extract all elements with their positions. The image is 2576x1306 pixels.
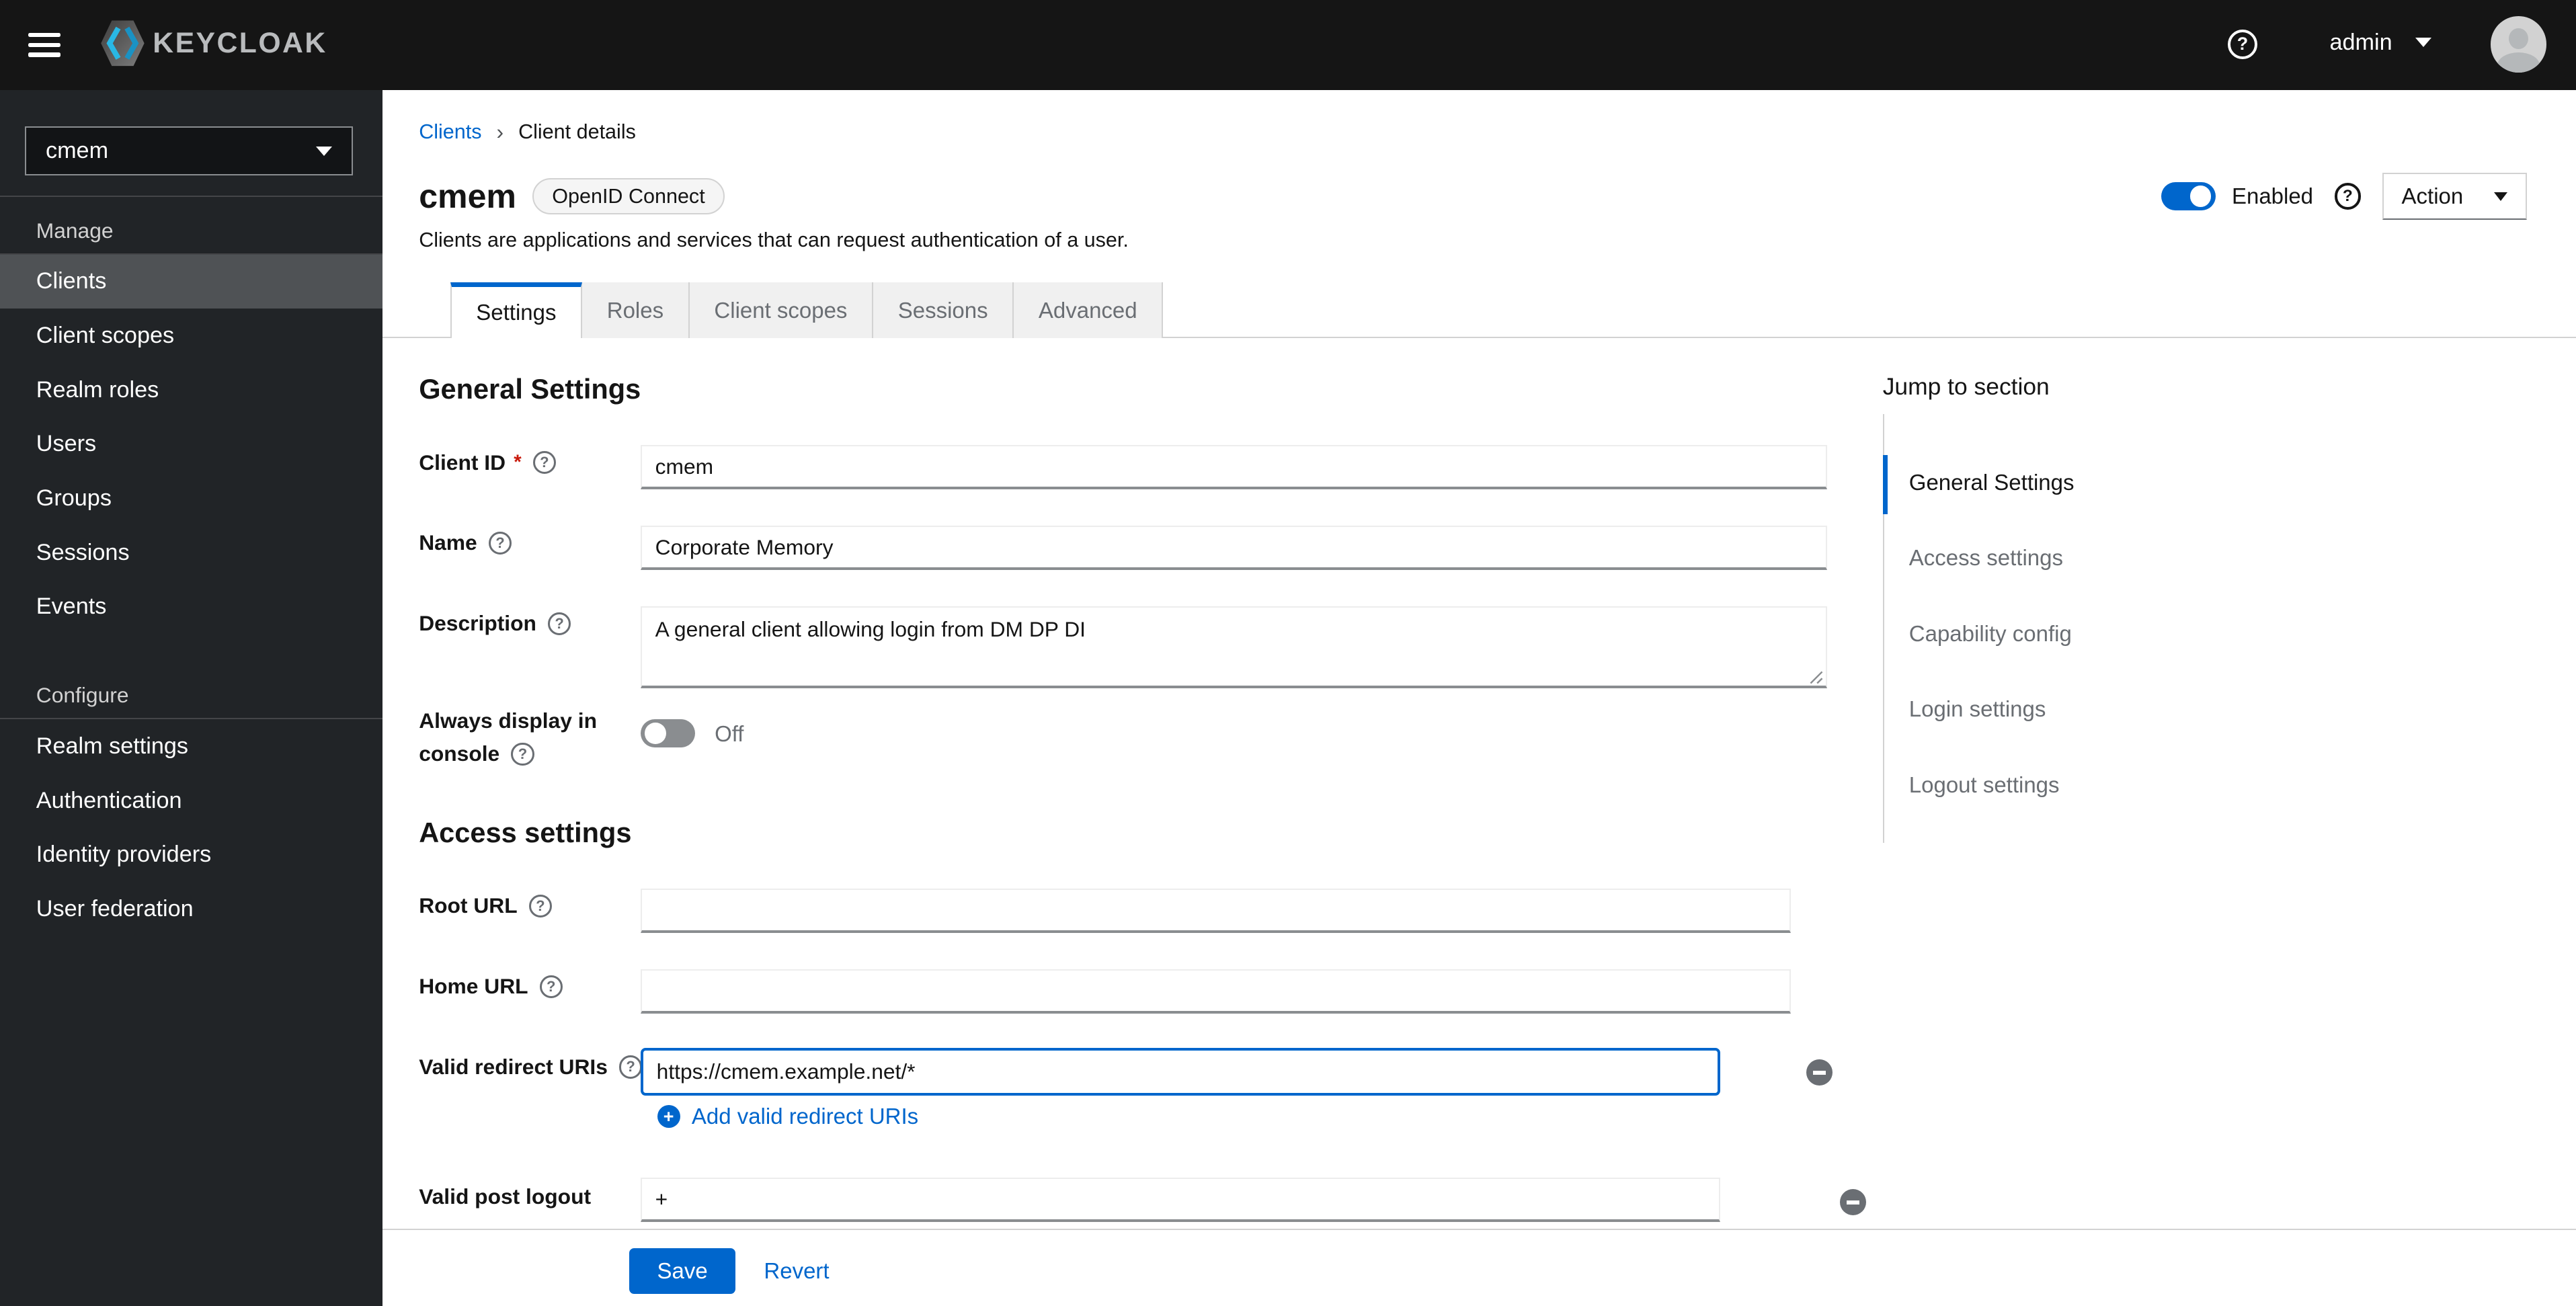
breadcrumb: Clients › Client details	[419, 120, 636, 145]
valid-redirect-uris-help-icon[interactable]: ?	[619, 1055, 643, 1079]
jump-nav-active-indicator	[1882, 454, 1888, 514]
tab-client-scopes[interactable]: Client scopes	[689, 282, 874, 339]
page-subtitle: Clients are applications and services th…	[419, 228, 1129, 251]
realm-selector-area: cmem	[0, 90, 383, 198]
jump-item-general-settings[interactable]: General Settings	[1909, 470, 2075, 495]
client-id-input[interactable]	[641, 445, 1827, 490]
sidebar-item-authentication[interactable]: Authentication	[0, 774, 383, 828]
home-url-help-icon[interactable]: ?	[539, 975, 563, 998]
remove-redirect-uri-minus-icon[interactable]	[1806, 1059, 1833, 1086]
sidebar-item-events[interactable]: Events	[0, 580, 383, 635]
sidebar-item-realm-roles[interactable]: Realm roles	[0, 363, 383, 417]
enabled-label: Enabled	[2231, 183, 2314, 209]
realm-name: cmem	[45, 138, 109, 164]
always-display-help-icon[interactable]: ?	[511, 742, 534, 766]
sidebar-item-sessions[interactable]: Sessions	[0, 526, 383, 580]
jump-item-logout-settings[interactable]: Logout settings	[1909, 772, 2060, 798]
tab-settings[interactable]: Settings	[450, 282, 583, 339]
chevron-down-icon	[2493, 192, 2507, 202]
sidebar: cmem Manage Clients Client scopes Realm …	[0, 90, 383, 1306]
valid-redirect-uri-input[interactable]	[641, 1048, 1720, 1096]
always-display-label: Always display in console ?	[419, 708, 597, 766]
username: admin	[2329, 29, 2392, 55]
home-url-label: Home URL ?	[419, 974, 563, 999]
save-button[interactable]: Save	[629, 1248, 736, 1295]
valid-redirect-uris-label: Valid redirect URIs ?	[419, 1055, 643, 1079]
description-textarea[interactable]: A general client allowing login from DM …	[641, 606, 1827, 688]
description-help-icon[interactable]: ?	[548, 612, 571, 635]
sidebar-item-users[interactable]: Users	[0, 417, 383, 472]
name-input[interactable]	[641, 526, 1827, 571]
nav-group-title: Configure	[36, 683, 129, 708]
breadcrumb-clients-link[interactable]: Clients	[419, 120, 481, 144]
action-dropdown[interactable]: Action	[2382, 172, 2527, 220]
jump-item-access-settings[interactable]: Access settings	[1909, 545, 2063, 571]
sidebar-item-user-federation[interactable]: User federation	[0, 882, 383, 936]
valid-post-logout-label: Valid post logout	[419, 1184, 592, 1209]
resize-grip-icon[interactable]	[1809, 670, 1824, 685]
brand-wordmark: KEYCLOAK	[153, 27, 327, 60]
sidebar-item-identity-providers[interactable]: Identity providers	[0, 827, 383, 882]
description-label: Description ?	[419, 611, 571, 636]
nav-group-title: Manage	[36, 218, 114, 243]
required-asterisk: *	[514, 451, 522, 474]
chevron-down-icon	[316, 146, 333, 156]
enabled-help-icon[interactable]: ?	[2334, 183, 2361, 210]
post-logout-uri-input[interactable]	[641, 1178, 1720, 1223]
nav-group-configure: Configure Realm settings Authentication …	[0, 683, 383, 936]
tab-sessions[interactable]: Sessions	[873, 282, 1014, 339]
user-menu[interactable]: admin	[2329, 30, 2431, 56]
client-id-label: Client ID * ?	[419, 450, 556, 475]
keycloak-logo[interactable]: KEYCLOAK	[99, 16, 327, 71]
general-settings-heading: General Settings	[419, 372, 641, 405]
page-title-row: cmem OpenID Connect Enabled ? Action	[419, 169, 2527, 224]
keycloak-admin-console: KEYCLOAK ? admin cmem Manage Clients Cli…	[0, 0, 2576, 1306]
page-title: cmem	[419, 177, 516, 216]
always-display-toggle[interactable]	[641, 719, 695, 747]
name-help-icon[interactable]: ?	[488, 531, 512, 555]
help-icon[interactable]: ?	[2227, 29, 2257, 59]
keycloak-hexagon-icon	[100, 20, 145, 67]
sidebar-item-client-scopes[interactable]: Client scopes	[0, 309, 383, 363]
client-id-help-icon[interactable]: ?	[532, 451, 556, 475]
root-url-label: Root URL ?	[419, 893, 552, 918]
realm-selector[interactable]: cmem	[24, 126, 354, 176]
nav-toggle-hamburger-icon[interactable]	[28, 32, 61, 58]
chevron-down-icon	[2415, 38, 2431, 47]
masthead: KEYCLOAK ? admin	[0, 0, 2576, 91]
jump-item-capability-config[interactable]: Capability config	[1909, 621, 2072, 647]
jump-to-section-heading: Jump to section	[1882, 372, 2050, 400]
name-label: Name ?	[419, 530, 512, 555]
sidebar-item-clients[interactable]: Clients	[0, 254, 383, 309]
avatar[interactable]	[2490, 16, 2547, 73]
add-redirect-uri-link[interactable]: + Add valid redirect URIs	[657, 1104, 918, 1129]
sidebar-item-groups[interactable]: Groups	[0, 471, 383, 526]
revert-button[interactable]: Revert	[764, 1258, 829, 1284]
form-footer: Save Revert	[383, 1229, 2576, 1306]
remove-post-logout-minus-icon[interactable]	[1839, 1189, 1866, 1216]
nav-group-manage: Manage Clients Client scopes Realm roles…	[0, 218, 383, 634]
tab-roles[interactable]: Roles	[582, 282, 690, 339]
breadcrumb-current: Client details	[518, 120, 636, 144]
main-content: Clients › Client details cmem OpenID Con…	[383, 90, 2576, 1306]
enabled-toggle[interactable]	[2161, 182, 2216, 210]
plus-circle-icon: +	[657, 1105, 680, 1129]
breadcrumb-separator-icon: ›	[496, 120, 504, 145]
always-display-state: Off	[715, 721, 744, 746]
root-url-help-icon[interactable]: ?	[528, 894, 552, 918]
protocol-badge: OpenID Connect	[532, 178, 725, 214]
tabbar: Settings Roles Client scopes Sessions Ad…	[383, 282, 2576, 339]
jump-item-login-settings[interactable]: Login settings	[1909, 696, 2046, 722]
root-url-input[interactable]	[641, 889, 1791, 934]
access-settings-heading: Access settings	[419, 816, 632, 848]
sidebar-item-realm-settings[interactable]: Realm settings	[0, 719, 383, 774]
home-url-input[interactable]	[641, 969, 1791, 1014]
tab-advanced[interactable]: Advanced	[1014, 282, 1164, 339]
